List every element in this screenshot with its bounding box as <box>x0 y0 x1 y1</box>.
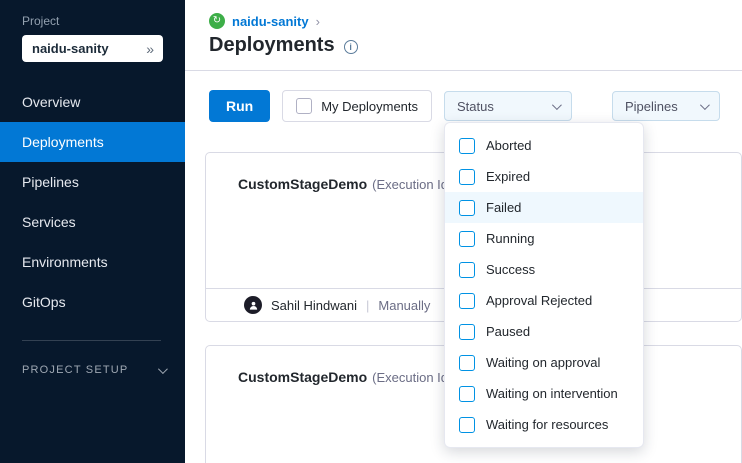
checkbox[interactable] <box>459 169 475 185</box>
project-setup-label: PROJECT SETUP <box>22 364 128 376</box>
status-option-aborted[interactable]: Aborted <box>445 130 643 161</box>
breadcrumb-project-link[interactable]: naidu-sanity <box>232 14 309 29</box>
status-option-label: Success <box>486 262 535 277</box>
breadcrumb: ↻ naidu-sanity › <box>185 0 742 29</box>
checkbox[interactable] <box>459 138 475 154</box>
status-filter-dropdown[interactable]: Status <box>444 91 572 121</box>
status-option-label: Failed <box>486 200 521 215</box>
status-option-success[interactable]: Success <box>445 254 643 285</box>
status-option-failed[interactable]: Failed <box>445 192 643 223</box>
sidebar-nav: Overview Deployments Pipelines Services … <box>0 82 185 322</box>
status-dropdown-panel: Aborted Expired Failed Running Success A… <box>444 122 644 448</box>
sidebar-divider <box>22 340 161 341</box>
page-title-row: Deployments i <box>185 29 742 57</box>
checkbox[interactable] <box>459 200 475 216</box>
checkbox[interactable] <box>459 355 475 371</box>
checkbox[interactable] <box>459 293 475 309</box>
status-option-expired[interactable]: Expired <box>445 161 643 192</box>
double-chevron-icon[interactable]: » <box>146 42 154 56</box>
status-option-label: Aborted <box>486 138 532 153</box>
sidebar-item-deployments[interactable]: Deployments <box>0 122 185 162</box>
pipelines-filter-dropdown[interactable]: Pipelines <box>612 91 720 121</box>
execution-id-text: (Execution Id <box>372 177 448 192</box>
status-option-label: Running <box>486 231 534 246</box>
status-option-label: Waiting on approval <box>486 355 600 370</box>
main-content: ↻ naidu-sanity › Deployments i Run My De… <box>185 0 742 463</box>
sidebar-item-label: Environments <box>22 254 108 270</box>
pipeline-name[interactable]: CustomStageDemo <box>238 176 367 192</box>
sidebar-item-label: Deployments <box>22 134 104 150</box>
sidebar-item-label: Overview <box>22 94 80 110</box>
checkbox[interactable] <box>459 386 475 402</box>
chevron-down-icon <box>158 364 168 374</box>
status-filter-label: Status <box>457 99 494 114</box>
page-title: Deployments <box>209 34 335 57</box>
sidebar-item-label: Pipelines <box>22 174 79 190</box>
sidebar-item-environments[interactable]: Environments <box>0 242 185 282</box>
project-name: naidu-sanity <box>32 41 109 56</box>
info-icon[interactable]: i <box>344 40 358 54</box>
checkbox[interactable] <box>459 417 475 433</box>
cd-module-icon: ↻ <box>209 13 225 29</box>
status-option-waiting-on-intervention[interactable]: Waiting on intervention <box>445 378 643 409</box>
my-deployments-checkbox[interactable] <box>296 98 312 114</box>
project-selector[interactable]: naidu-sanity » <box>22 35 163 62</box>
status-option-label: Approval Rejected <box>486 293 592 308</box>
chevron-down-icon <box>700 100 710 110</box>
pipeline-name[interactable]: CustomStageDemo <box>238 369 367 385</box>
status-option-waiting-for-resources[interactable]: Waiting for resources <box>445 409 643 440</box>
sidebar-item-label: GitOps <box>22 294 66 310</box>
status-option-running[interactable]: Running <box>445 223 643 254</box>
checkbox[interactable] <box>459 262 475 278</box>
status-option-label: Paused <box>486 324 530 339</box>
status-option-approval-rejected[interactable]: Approval Rejected <box>445 285 643 316</box>
run-button[interactable]: Run <box>209 90 270 122</box>
trigger-type: Manually <box>378 298 430 313</box>
user-avatar-icon <box>244 296 262 314</box>
sidebar-item-pipelines[interactable]: Pipelines <box>0 162 185 202</box>
my-deployments-label: My Deployments <box>321 99 418 114</box>
checkbox[interactable] <box>459 324 475 340</box>
sidebar-item-overview[interactable]: Overview <box>0 82 185 122</box>
status-option-label: Waiting for resources <box>486 417 608 432</box>
project-setup-toggle[interactable]: PROJECT SETUP <box>0 353 185 387</box>
my-deployments-toggle[interactable]: My Deployments <box>282 90 432 122</box>
sidebar-item-gitops[interactable]: GitOps <box>0 282 185 322</box>
triggered-by-user: Sahil Hindwani <box>271 298 357 313</box>
status-option-paused[interactable]: Paused <box>445 316 643 347</box>
status-option-label: Waiting on intervention <box>486 386 618 401</box>
footer-separator: | <box>366 298 369 313</box>
sidebar: Project naidu-sanity » Overview Deployme… <box>0 0 185 463</box>
toolbar: Run My Deployments Status Pipelines <box>185 71 742 122</box>
status-option-waiting-on-approval[interactable]: Waiting on approval <box>445 347 643 378</box>
execution-id-text: (Execution Id <box>372 370 448 385</box>
sidebar-item-services[interactable]: Services <box>0 202 185 242</box>
breadcrumb-separator: › <box>316 14 320 29</box>
sidebar-item-label: Services <box>22 214 76 230</box>
pipelines-filter-label: Pipelines <box>625 99 678 114</box>
chevron-down-icon <box>552 100 562 110</box>
status-option-label: Expired <box>486 169 530 184</box>
project-label: Project <box>0 14 185 28</box>
checkbox[interactable] <box>459 231 475 247</box>
